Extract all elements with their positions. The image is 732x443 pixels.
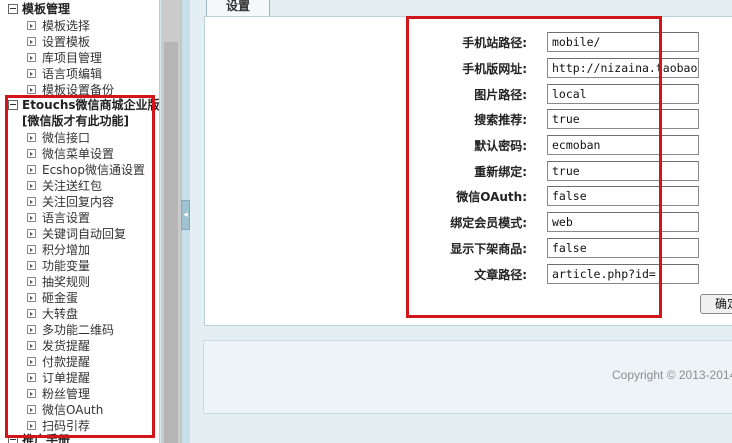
highlight-box-sidebar [5, 95, 155, 438]
chevron-left-icon: ◂ [183, 210, 188, 220]
settings-form-row: 显示下架商品: false [205, 238, 732, 258]
sidebar-menu-item[interactable]: 设置模板 [0, 33, 159, 49]
field-label: 重新绑定: [474, 164, 527, 179]
settings-form-row: 图片路径: local [205, 84, 732, 104]
sidebar-menu-item[interactable]: 模板选择 [0, 17, 159, 33]
field-input[interactable]: true [547, 109, 699, 129]
settings-form-row: 手机站路径: mobile/ [205, 32, 732, 52]
sidebar-menu-item-label: 语言项编辑 [42, 66, 103, 81]
sidebar-scrollbar[interactable] [161, 0, 181, 443]
field-input[interactable]: true [547, 161, 699, 181]
scrollbar-thumb[interactable] [164, 42, 178, 443]
field-label: 绑定会员模式: [450, 215, 527, 230]
field-label: 显示下架商品: [450, 241, 527, 256]
menu-group-title-text: 模板管理 [22, 2, 71, 16]
menu-group-title[interactable]: 模板管理 [0, 1, 159, 17]
menu-group-template-management: 模板管理 模板选择 设置模板 库项目管理 语言项编辑 模板设置备份 [0, 1, 159, 97]
field-label: 搜索推荐: [474, 112, 527, 127]
field-input[interactable]: web [547, 212, 699, 232]
field-input[interactable]: false [547, 238, 699, 258]
sidebar-menu-item-label: 设置模板 [42, 34, 91, 49]
collapse-sidebar-button[interactable]: ◂ [181, 200, 190, 230]
field-input[interactable]: local [547, 84, 699, 104]
field-label: 默认密码: [474, 138, 527, 153]
field-label: 文章路径: [474, 267, 527, 282]
arrow-bullet-icon [27, 84, 36, 94]
sidebar-menu-item-label: 模板选择 [42, 18, 91, 33]
field-input[interactable]: ecmoban [547, 135, 699, 155]
settings-form-row: 绑定会员模式: web [205, 212, 732, 232]
collapse-icon[interactable] [8, 4, 18, 14]
field-label: 图片路径: [474, 87, 527, 102]
sidebar-menu-item-label: 库项目管理 [42, 50, 103, 65]
arrow-bullet-icon [27, 52, 36, 62]
field-input[interactable]: mobile/ [547, 32, 699, 52]
field-input[interactable]: article.php?id= [547, 264, 699, 284]
field-label: 手机版网址: [462, 61, 527, 76]
settings-form-row: 重新绑定: true [205, 161, 732, 181]
settings-form-row: 搜索推荐: true [205, 109, 732, 129]
field-label: 微信OAuth: [456, 189, 527, 204]
field-input[interactable]: http://nizaina.taobao [547, 58, 699, 78]
copyright-text: Copyright © 2013-2014 [612, 368, 732, 382]
sidebar-menu-item[interactable]: 库项目管理 [0, 49, 159, 65]
tab-settings[interactable]: 设置 [206, 0, 270, 16]
arrow-bullet-icon [27, 20, 36, 30]
settings-form-row: 微信OAuth: false [205, 186, 732, 206]
field-input[interactable]: false [547, 186, 699, 206]
settings-form-row: 手机版网址: http://nizaina.taobao [205, 58, 732, 78]
confirm-button[interactable]: 确定 [700, 294, 732, 314]
arrow-bullet-icon [27, 36, 36, 46]
settings-form-row: 默认密码: ecmoban [205, 135, 732, 155]
arrow-bullet-icon [27, 68, 36, 78]
field-label: 手机站路径: [462, 35, 527, 50]
sidebar-menu-item[interactable]: 语言项编辑 [0, 65, 159, 81]
settings-form-row: 文章路径: article.php?id= [205, 264, 732, 284]
